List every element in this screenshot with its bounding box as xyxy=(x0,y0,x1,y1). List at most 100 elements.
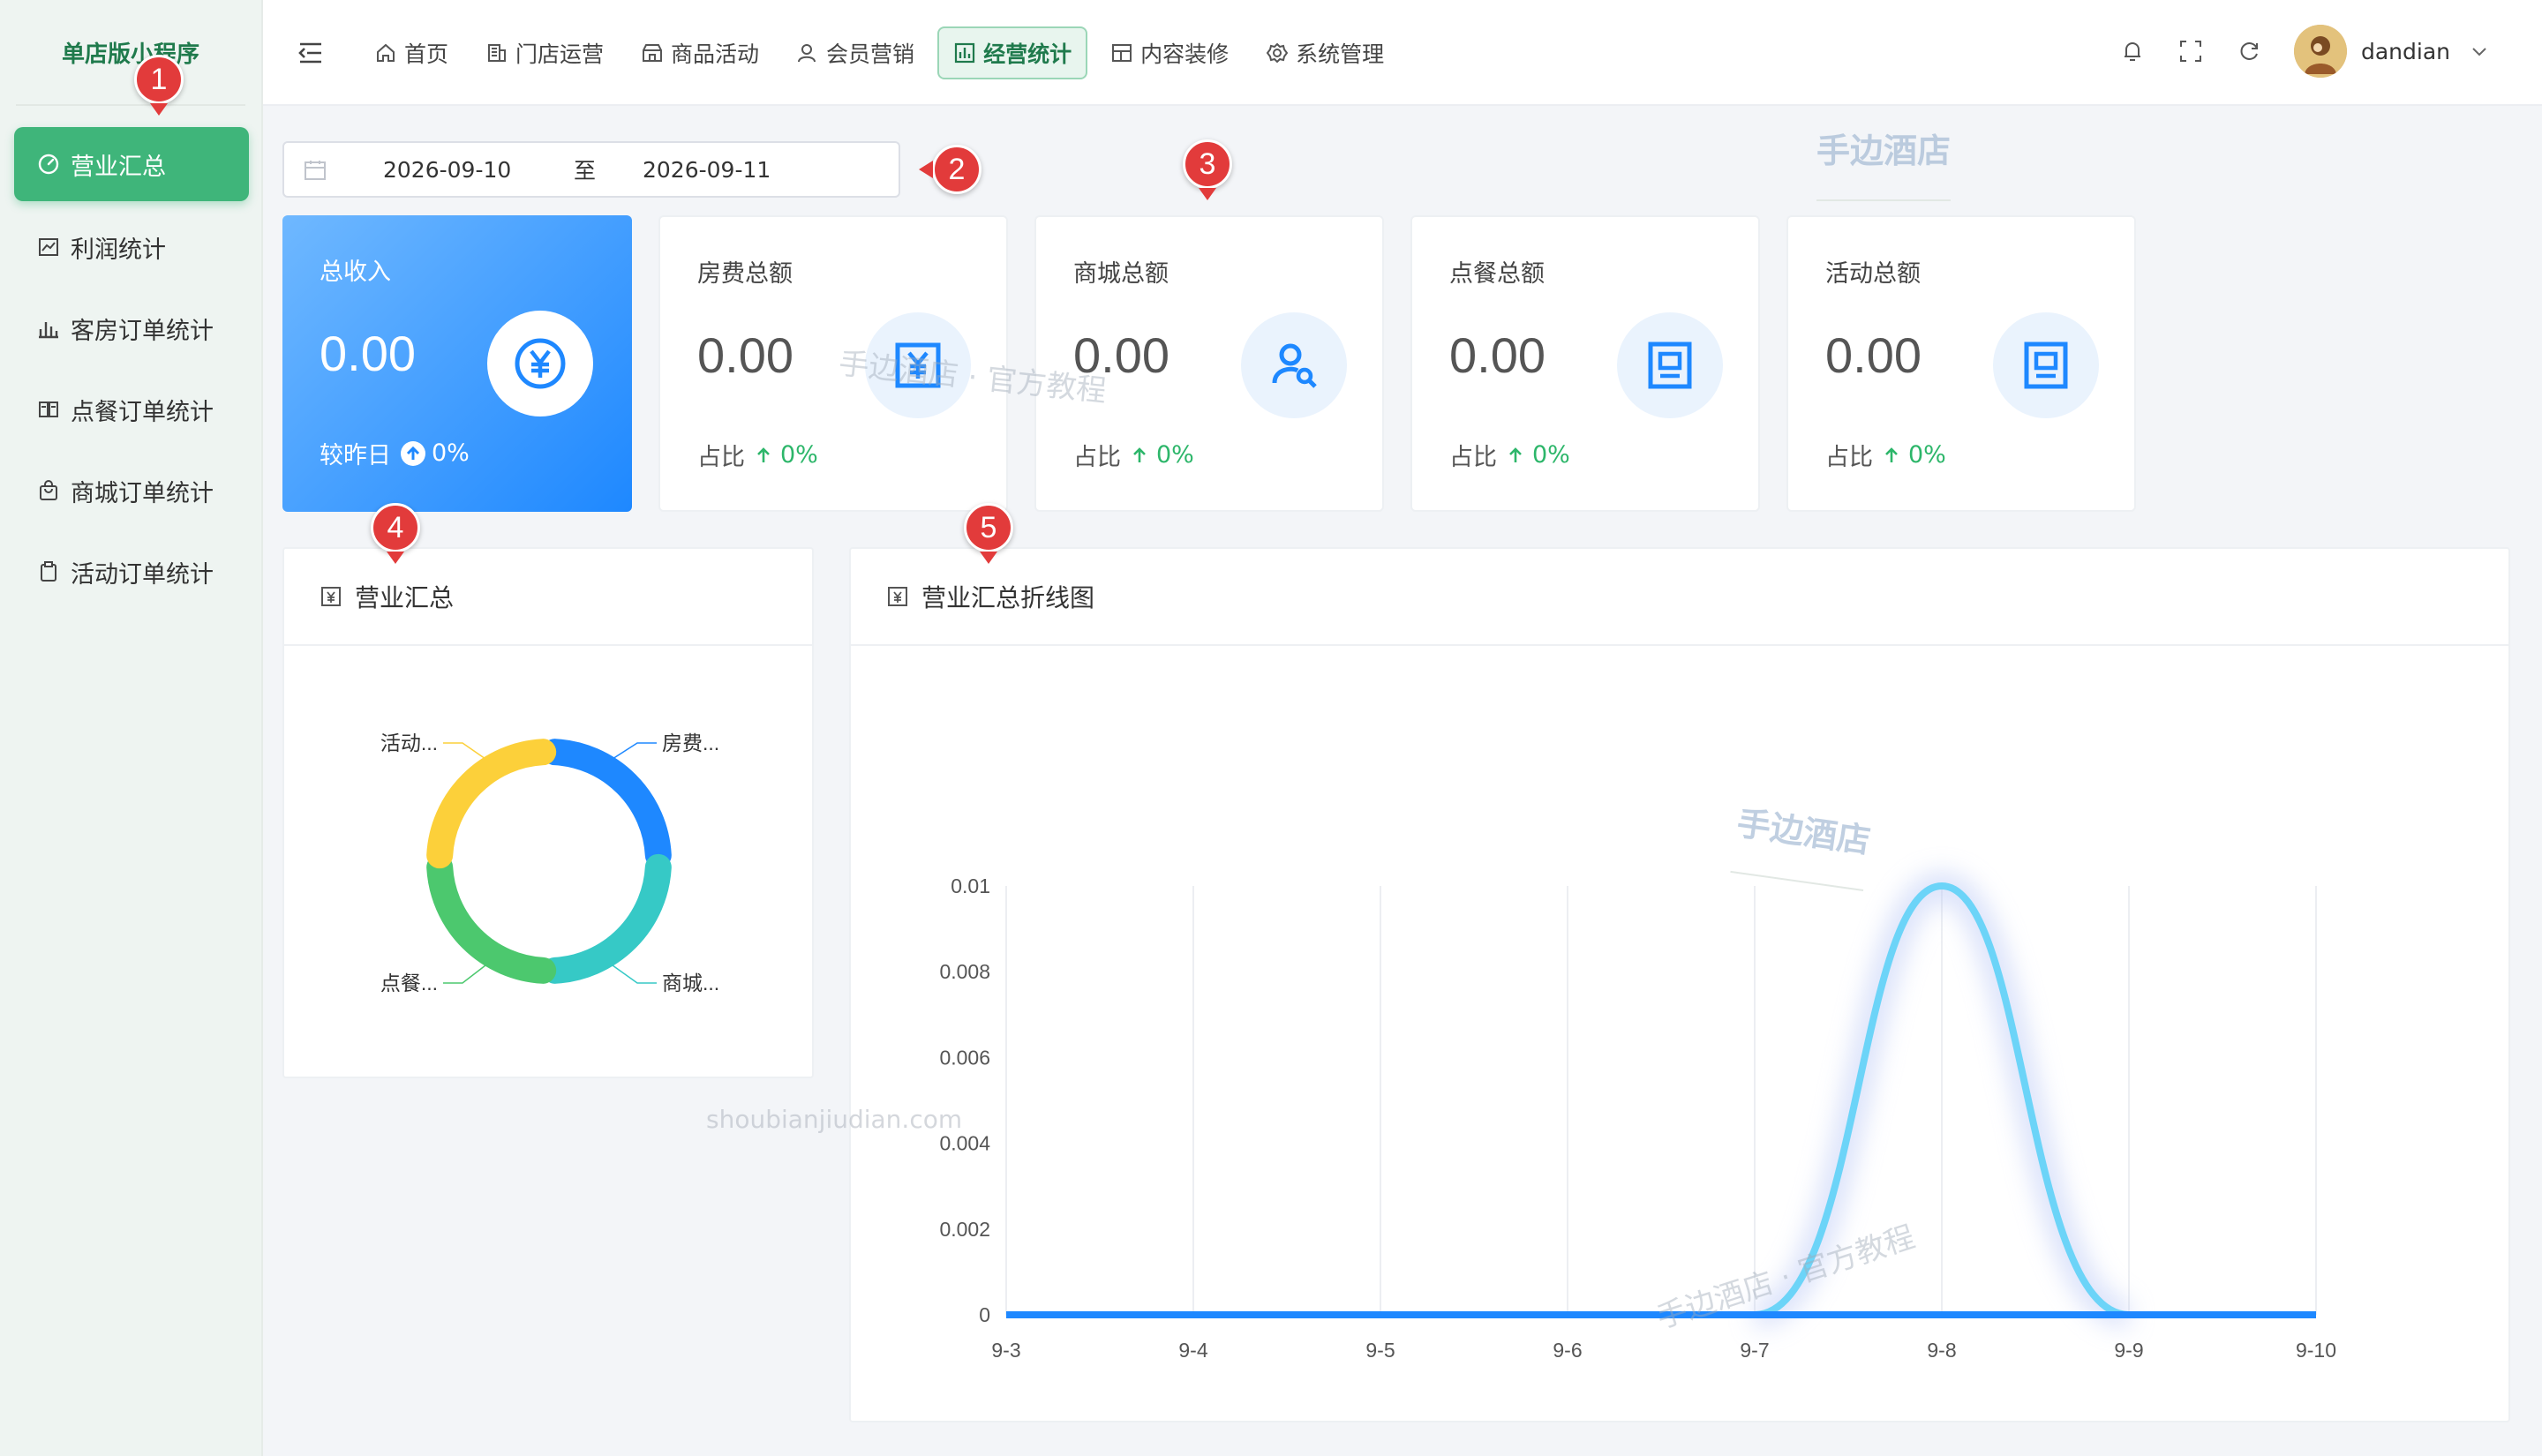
store-icon xyxy=(643,44,663,62)
nav-system-management[interactable]: 系统管理 xyxy=(1252,26,1398,79)
nav-home[interactable]: 首页 xyxy=(360,26,463,79)
donut-slice[interactable] xyxy=(541,739,672,869)
donut-slice[interactable] xyxy=(426,853,557,984)
clipboard-icon xyxy=(37,560,60,583)
annotation-marker: 5 xyxy=(964,503,1013,552)
nav-business-statistics[interactable]: 经营统计 xyxy=(937,26,1088,79)
arrow-up-icon xyxy=(757,447,770,462)
panel-header: 营业汇总折线图 xyxy=(851,549,2508,646)
sidebar-item-profit[interactable]: 利润统计 xyxy=(14,210,249,284)
chevron-down-icon[interactable] xyxy=(2470,41,2489,61)
card-value: 0.00 xyxy=(1449,327,1546,383)
bar-chart-icon xyxy=(37,317,60,340)
fullscreen-icon[interactable] xyxy=(2177,38,2204,64)
card-footer: 占比 0% xyxy=(1449,438,1570,472)
donut-label: 商城... xyxy=(662,972,719,994)
card-title: 点餐总额 xyxy=(1449,260,1545,288)
arrow-up-icon xyxy=(1885,447,1898,462)
donut-slice[interactable] xyxy=(541,853,672,984)
y-tick-label: 0.004 xyxy=(939,1132,990,1155)
calendar-icon xyxy=(305,161,326,180)
line-chart: 0 0.002 0.004 0.006 0.008 0.01 9-3 9-4 9-5 9-6 9-7… xyxy=(939,872,2336,1362)
sidebar-item-activity-orders[interactable]: 活动订单统计 xyxy=(14,535,249,609)
card-percent: 0% xyxy=(1130,441,1194,469)
card-footer: 占比 0% xyxy=(1825,438,1946,472)
donut-slice[interactable] xyxy=(426,739,557,869)
card-percent: 0% xyxy=(1882,441,1946,469)
annotation-marker: 3 xyxy=(1183,139,1232,189)
sidebar-item-label: 营业汇总 xyxy=(71,153,166,181)
card-foot-label: 占比 xyxy=(1825,444,1873,471)
bell-icon[interactable] xyxy=(2119,38,2146,64)
sidebar-item-room-orders[interactable]: 客房订单统计 xyxy=(14,291,249,365)
card-percent: 0% xyxy=(400,439,470,467)
nav-label: 会员营销 xyxy=(826,41,915,67)
refresh-icon[interactable] xyxy=(2236,38,2262,64)
sidebar-item-mall-orders[interactable]: 商城订单统计 xyxy=(14,454,249,528)
nav-member-marketing[interactable]: 会员营销 xyxy=(782,26,929,79)
donut-chart: 房费... 商城... 点餐... 活动... xyxy=(380,732,719,994)
member-icon xyxy=(798,44,816,63)
sidebar-item-label: 点餐订单统计 xyxy=(71,398,214,426)
card-foot-label: 较昨日 xyxy=(320,442,391,469)
card-foot-label: 占比 xyxy=(697,444,745,471)
card-foot-label: 占比 xyxy=(1449,444,1497,471)
sidebar: 单店版小程序 营业汇总 利润统计 客房订单统计 点餐订单统计 商城订单统计 活动 xyxy=(0,0,263,1456)
donut-label: 点餐... xyxy=(380,972,438,994)
nav-content-decoration[interactable]: 内容装修 xyxy=(1096,26,1243,79)
summary-panel: 营业汇总 房费... 商城... 点餐... 活动... xyxy=(282,547,814,1078)
card-title: 商城总额 xyxy=(1073,260,1169,288)
end-date[interactable]: 2026-09-11 xyxy=(643,157,771,183)
yuan-box-icon xyxy=(888,587,907,606)
panel-title: 营业汇总折线图 xyxy=(921,583,1095,612)
nav-store-operations[interactable]: 门店运营 xyxy=(471,26,618,79)
trend-chart-icon xyxy=(37,236,60,259)
y-tick-label: 0 xyxy=(979,1303,990,1326)
top-bar: 首页 门店运营 商品活动 会员营销 经营统计 内容装修 系统管理 dandian xyxy=(263,0,2542,106)
x-tick-label: 9-5 xyxy=(1365,1339,1395,1362)
donut-label-line xyxy=(443,964,486,984)
y-tick-label: 0.006 xyxy=(939,1046,990,1069)
panel-header: 营业汇总 xyxy=(284,549,812,646)
nav-product-activity[interactable]: 商品活动 xyxy=(627,26,773,79)
card-value: 0.00 xyxy=(1825,327,1922,383)
card-title: 活动总额 xyxy=(1825,260,1921,288)
bar-chart-icon xyxy=(954,42,975,64)
collapse-menu-icon[interactable] xyxy=(295,37,327,69)
x-tick-label: 9-9 xyxy=(2114,1339,2143,1362)
yuan-circle-icon xyxy=(487,311,593,417)
card-footer: 较昨日 0% xyxy=(320,436,470,470)
x-tick-label: 9-7 xyxy=(1740,1339,1769,1362)
annotation-marker: 2 xyxy=(932,145,981,194)
nav-label: 门店运营 xyxy=(515,41,605,67)
date-range-picker[interactable]: 2026-09-10 至 2026-09-11 xyxy=(282,141,900,198)
stat-card-mall: 商城总额 0.00 占比 0% xyxy=(1034,215,1384,512)
y-tick-label: 0.002 xyxy=(939,1218,990,1241)
donut-label-line xyxy=(612,964,657,984)
card-percent: 0% xyxy=(754,441,818,469)
card-value: 0.00 xyxy=(1073,327,1169,383)
start-date[interactable]: 2026-09-10 xyxy=(383,157,511,183)
avatar[interactable] xyxy=(2293,25,2347,78)
annotation-marker: 4 xyxy=(371,503,420,552)
sidebar-item-dining-orders[interactable]: 点餐订单统计 xyxy=(14,372,249,447)
shopping-bag-icon xyxy=(37,479,60,502)
nav-label: 系统管理 xyxy=(1296,41,1385,67)
arrow-up-circle-icon xyxy=(401,440,425,466)
card-value: 0.00 xyxy=(320,326,416,381)
card-footer: 占比 0% xyxy=(697,438,818,472)
arrow-up-icon xyxy=(1133,447,1146,462)
arrow-up-icon xyxy=(1509,447,1522,462)
card-foot-label: 占比 xyxy=(1073,444,1121,471)
stat-card-activity: 活动总额 0.00 占比 0% xyxy=(1786,215,2136,512)
watermark-brand: 手边酒店 xyxy=(1816,95,1952,201)
x-tick-label: 9-3 xyxy=(991,1339,1020,1362)
x-tick-label: 9-6 xyxy=(1553,1339,1582,1362)
donut-label-line xyxy=(443,742,486,760)
line-chart-panel: 营业汇总折线图 0 0.002 0.004 0.006 0.008 0.01 9-3 9-4 9… xyxy=(849,547,2510,1422)
sidebar-item-business-summary[interactable]: 营业汇总 xyxy=(14,127,249,201)
sidebar-item-label: 利润统计 xyxy=(71,236,166,264)
username[interactable]: dandian xyxy=(2361,39,2450,64)
y-tick-label: 0.01 xyxy=(951,874,990,897)
yuan-box-icon xyxy=(321,587,341,606)
